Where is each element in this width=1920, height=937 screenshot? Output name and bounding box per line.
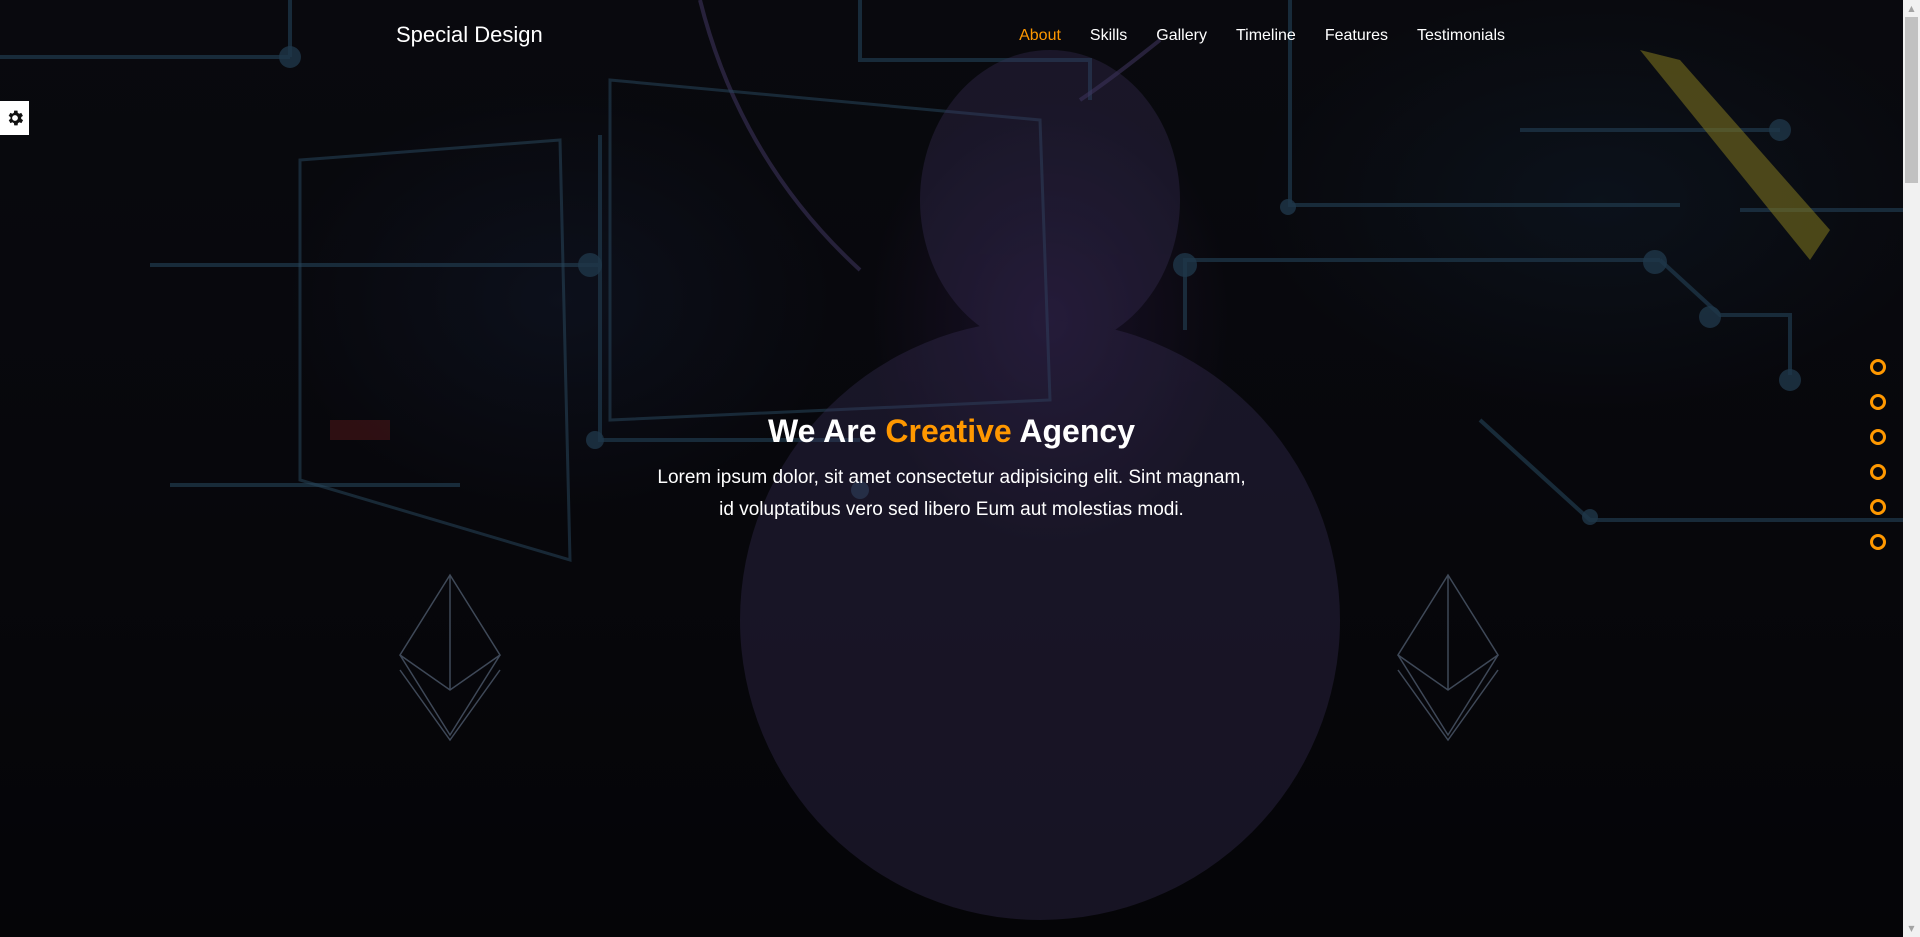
nav-link-skills[interactable]: Skills <box>1061 27 1127 45</box>
hero-title-prefix: We Are <box>768 413 886 449</box>
nav-item-testimonials: Testimonials <box>1388 27 1505 45</box>
bullet-about[interactable] <box>1870 359 1886 375</box>
nav-link-features[interactable]: Features <box>1296 27 1388 45</box>
scrollbar-thumb[interactable] <box>1905 17 1918 183</box>
scroll-up-arrow-icon[interactable]: ▲ <box>1903 0 1920 17</box>
nav-link-timeline[interactable]: Timeline <box>1207 27 1296 45</box>
bullet-skills[interactable] <box>1870 394 1886 410</box>
bullet-features[interactable] <box>1870 499 1886 515</box>
site-logo[interactable]: Special Design <box>396 22 543 48</box>
main-nav: About Skills Gallery Timeline Features T… <box>990 27 1505 45</box>
hero-title-accent: Creative <box>885 413 1012 449</box>
vertical-scrollbar[interactable]: ▲ ▼ <box>1903 0 1920 937</box>
scroll-down-arrow-icon[interactable]: ▼ <box>1903 920 1920 937</box>
hero-title-suffix: Agency <box>1011 413 1135 449</box>
site-header: Special Design About Skills Gallery Time… <box>0 0 1903 76</box>
hero-title: We Are Creative Agency <box>0 410 1903 452</box>
nav-link-about[interactable]: About <box>990 27 1061 45</box>
bullet-gallery[interactable] <box>1870 429 1886 445</box>
nav-item-features: Features <box>1296 27 1388 45</box>
landing-page: Special Design About Skills Gallery Time… <box>0 0 1920 937</box>
bullet-timeline[interactable] <box>1870 464 1886 480</box>
nav-link-gallery[interactable]: Gallery <box>1127 27 1207 45</box>
settings-toggle-button[interactable] <box>0 101 29 135</box>
section-bullets <box>1870 359 1886 550</box>
nav-item-skills: Skills <box>1061 27 1127 45</box>
hero-description: Lorem ipsum dolor, sit amet consectetur … <box>657 467 1246 520</box>
gear-icon <box>8 110 23 126</box>
bullet-testimonials[interactable] <box>1870 534 1886 550</box>
nav-link-testimonials[interactable]: Testimonials <box>1388 27 1505 45</box>
nav-item-timeline: Timeline <box>1207 27 1296 45</box>
hero-content: We Are Creative Agency Lorem ipsum dolor… <box>0 410 1903 526</box>
nav-item-gallery: Gallery <box>1127 27 1207 45</box>
nav-item-about: About <box>990 27 1061 45</box>
